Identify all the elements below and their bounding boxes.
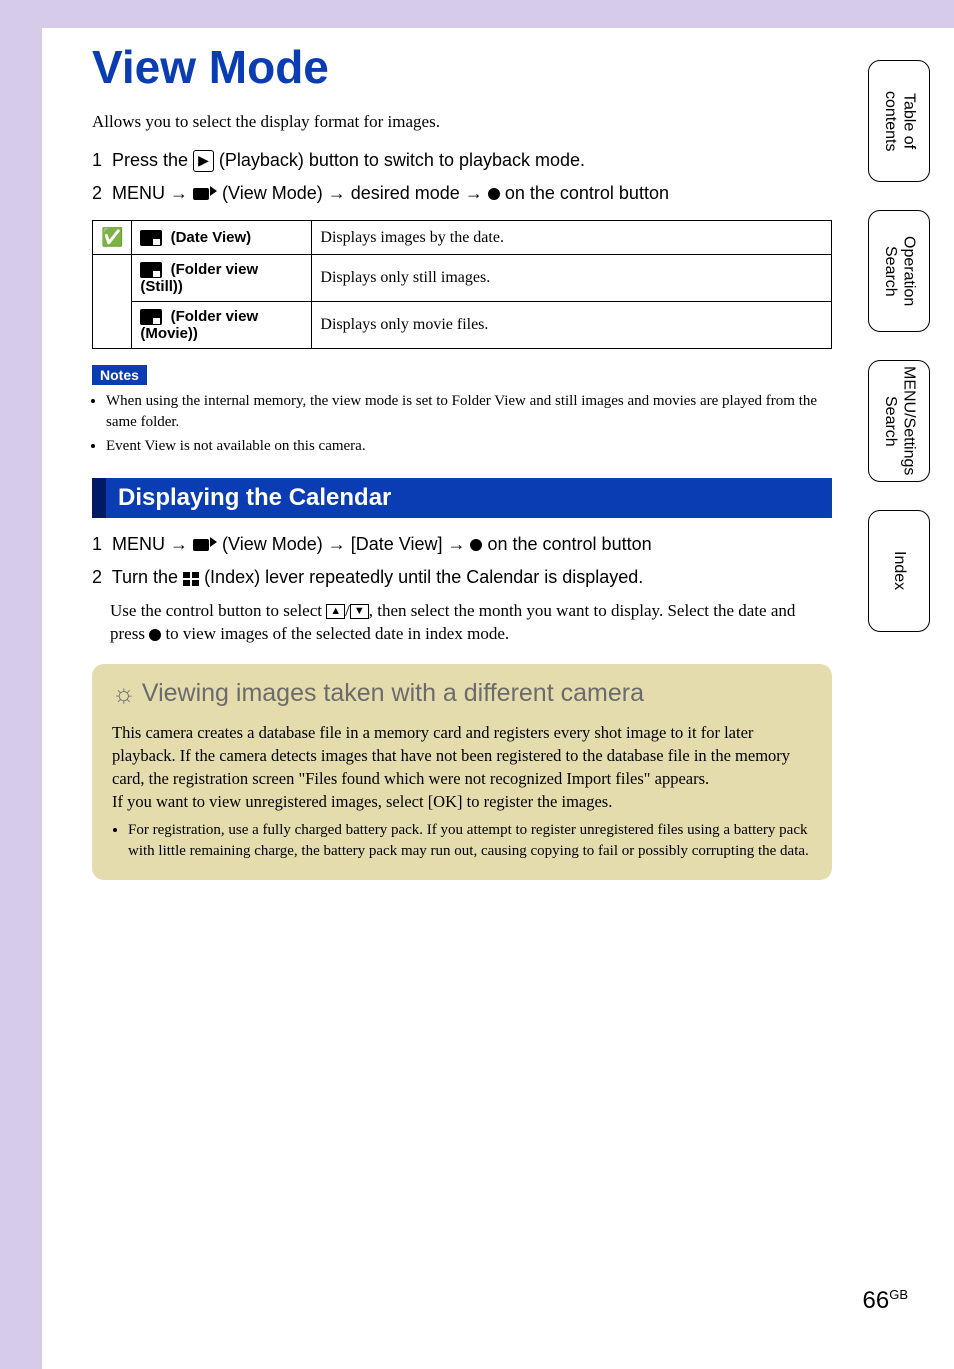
tip-body: This camera creates a database file in a… [112,721,812,861]
control-dot-icon [149,629,161,641]
date-view-icon [140,230,162,246]
check-cell: ✅ [93,221,132,255]
table-row: (Folder view (Movie)) Displays only movi… [93,302,832,349]
tip-title: ☼ Viewing images taken with a different … [112,678,812,709]
folder-movie-icon [140,309,162,325]
up-key-icon: ▲ [326,604,345,619]
tab-index[interactable]: Index [868,510,930,632]
step-2: 2 MENU → (View Mode) → desired mode → on… [92,181,832,206]
lightbulb-icon: ☼ [112,678,136,709]
page-number: 66GB [863,1287,909,1315]
page-content: View Mode Allows you to select the displ… [92,40,832,880]
down-key-icon: ▼ [350,604,369,619]
cal-step-1: 1 MENU → (View Mode) → [Date View] → on … [92,532,832,557]
note-item: Event View is not available on this came… [106,436,832,456]
playback-icon: ▶ [193,150,214,172]
view-mode-icon [193,537,217,553]
table-row: (Folder view (Still)) Displays only stil… [93,255,832,302]
table-row: ✅ (Date View) Displays images by the dat… [93,221,832,255]
side-tabs: Table of contents Operation Search MENU/… [868,60,930,660]
mode-desc: Displays only still images. [312,255,832,302]
left-accent-band [0,0,42,1369]
mode-label: (Date View) [132,221,312,255]
mode-desc: Displays images by the date. [312,221,832,255]
tab-menu-settings-search[interactable]: MENU/Settings Search [868,360,930,482]
control-dot-icon [488,188,500,200]
cal-step-2: 2 Turn the (Index) lever repeatedly unti… [92,565,832,590]
notes-list: When using the internal memory, the view… [106,391,832,456]
section-heading: Displaying the Calendar [92,478,832,518]
intro-text: Allows you to select the display format … [92,112,832,132]
view-mode-icon [193,186,217,202]
tip-bullet: For registration, use a fully charged ba… [128,820,812,862]
page-title: View Mode [92,40,832,94]
control-dot-icon [470,539,482,551]
note-item: When using the internal memory, the view… [106,391,832,432]
tip-panel: ☼ Viewing images taken with a different … [92,664,832,879]
step-1: 1 Press the ▶ (Playback) button to switc… [92,148,832,173]
tab-operation-search[interactable]: Operation Search [868,210,930,332]
mode-label: (Folder view (Movie)) [132,302,312,349]
mode-label: (Folder view (Still)) [132,255,312,302]
check-cell [93,255,132,349]
view-mode-table: ✅ (Date View) Displays images by the dat… [92,220,832,349]
folder-still-icon [140,262,162,278]
cal-step-2-body: Use the control button to select ▲/▼, th… [110,599,832,647]
notes-badge: Notes [92,365,147,385]
index-icon [183,572,199,586]
top-accent-band [0,0,954,28]
mode-desc: Displays only movie files. [312,302,832,349]
tab-table-of-contents[interactable]: Table of contents [868,60,930,182]
